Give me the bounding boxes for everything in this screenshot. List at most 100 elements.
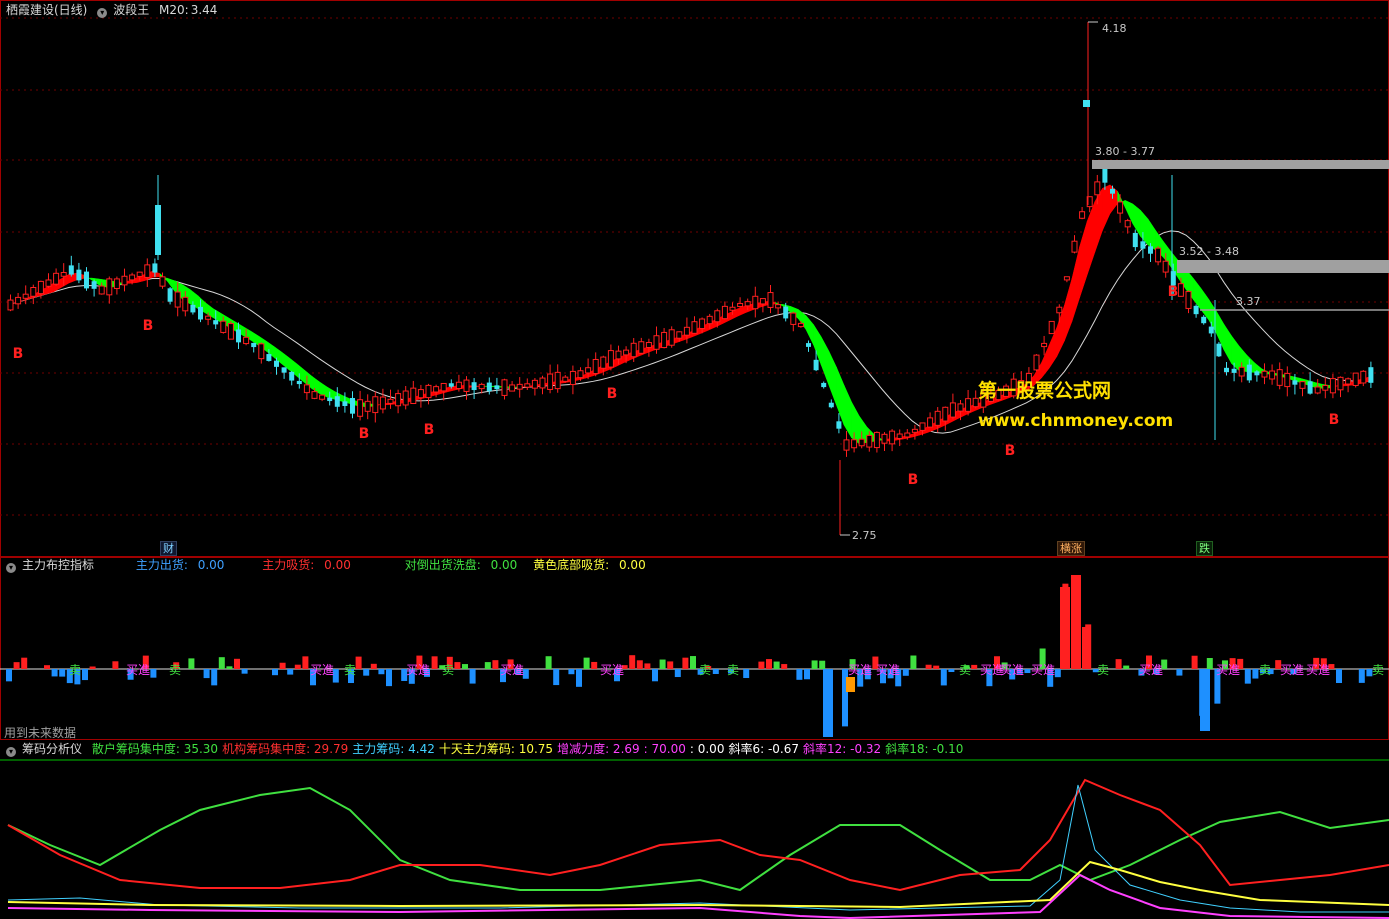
candle-body (167, 288, 173, 302)
force-bar-up (13, 662, 20, 669)
force-bar-up (484, 662, 491, 669)
candle-body (1185, 291, 1192, 309)
candle-body (516, 383, 523, 390)
candle-body (1132, 232, 1138, 248)
candle-body (858, 438, 865, 447)
event-tag-hengzhang[interactable]: 横涨 (1057, 541, 1085, 556)
p3-item-9: 斜率18: -0.10 (885, 742, 964, 756)
candle-body (919, 422, 926, 431)
candle-body (828, 402, 834, 408)
change-strength-line (7, 873, 1389, 919)
force-bar-down (1176, 669, 1183, 676)
candle-body (266, 354, 272, 361)
candle-body (1337, 376, 1344, 391)
collapse-icon[interactable]: ▾ (97, 8, 108, 18)
candle-body (813, 359, 819, 371)
candle-body (190, 304, 196, 313)
force-bar-up (1060, 587, 1070, 669)
candle-body (949, 402, 956, 418)
candle-body (327, 397, 333, 402)
resistance-label-2: 3.52 - 3.48 (1179, 245, 1239, 258)
candle-body (1345, 378, 1352, 385)
buy-signal: 买進 (1280, 663, 1304, 677)
candle-body (806, 343, 811, 347)
candle-body (783, 306, 789, 319)
panel3-header: ▾ 筹码分析仪 散户筹码集中度: 35.30 机构筹码集中度: 29.79 主力筹码:… (6, 741, 973, 757)
candle-body (843, 439, 850, 451)
force-bar-down (1200, 669, 1210, 731)
force-bar-up (819, 660, 826, 669)
candle-body (205, 315, 212, 320)
candle-body (220, 320, 227, 333)
buy-signal-marker: B (1005, 443, 1016, 459)
candle-body (554, 371, 561, 390)
candle-body (668, 329, 675, 346)
candle-body (296, 380, 302, 385)
event-tag-die[interactable]: 跌 (1196, 541, 1213, 556)
sell-signal: 卖 (1097, 663, 1109, 677)
candle-body (569, 370, 576, 386)
trend-band-segment (828, 350, 837, 406)
chip-analysis-panel[interactable]: ▾ 筹码分析仪 散户筹码集中度: 35.30 机构筹码集中度: 29.79 主力筹码:… (0, 740, 1389, 919)
chip-analysis-chart[interactable] (0, 740, 1389, 919)
candle-body (1231, 368, 1237, 373)
candle-body (236, 329, 241, 343)
buy-signal: 买進 (1216, 663, 1240, 677)
trend-band-segment (1079, 221, 1088, 298)
force-bar-down (1358, 669, 1365, 683)
force-bar-up (1191, 655, 1198, 669)
buy-signal-marker: B (908, 472, 919, 488)
collapse-icon[interactable]: ▾ (6, 747, 16, 757)
candle-body (691, 321, 698, 334)
candle-body (873, 431, 880, 449)
main-force-chart[interactable]: 卖买進卖买進卖买進卖买進 买進卖卖买進 买進卖买進买進 买進卖买進 买進卖买進 买進卖 (0, 557, 1389, 740)
force-bar-up (811, 660, 818, 669)
candle-body (911, 428, 918, 433)
trend-band-segment (281, 351, 290, 371)
p2-item-0: 主力出货: 0.00 (135, 558, 225, 572)
candle-body (797, 322, 804, 328)
candle-body (1063, 276, 1070, 281)
force-bar-down (576, 669, 582, 687)
candle-body (136, 271, 143, 277)
candle-body (1329, 378, 1336, 394)
force-bar-up (1082, 627, 1091, 669)
candle-body (752, 295, 759, 310)
force-bar-up (279, 662, 286, 669)
price-low-label: 2.75 (852, 529, 877, 542)
candle-body (1208, 326, 1214, 334)
event-tag-cai[interactable]: 财 (160, 541, 177, 556)
candle-body (836, 421, 842, 429)
candle-body (471, 382, 477, 391)
candle-body (425, 384, 432, 399)
candle-body (1352, 372, 1359, 386)
collapse-icon[interactable]: ▾ (6, 563, 16, 573)
sell-signal: 卖 (699, 663, 711, 677)
main-price-panel[interactable]: B B B B B B B B B 栖霞建设(日线) ▾ 波段王 M20: 3.44 4.18 3.… (0, 0, 1389, 557)
force-bar-up (667, 661, 674, 669)
candle-body (927, 417, 934, 428)
candle-body (334, 396, 340, 407)
sell-signal: 卖 (442, 663, 454, 677)
main-force-panel[interactable]: 卖买進卖买進卖买進卖买進 买進卖卖买進 买進卖买進 买進 买進卖买進 买進卖买進 买進卖 ▾… (0, 557, 1389, 740)
force-bar-up (773, 661, 780, 669)
candle-body (281, 367, 287, 373)
price-chart[interactable]: B B B B B B B B B (0, 0, 1389, 557)
trend-band-segment (1193, 277, 1202, 311)
force-bar-up (188, 658, 195, 669)
force-bar-down (948, 669, 955, 673)
trend-band-segment (1071, 246, 1080, 322)
trend-band-segment (1041, 344, 1050, 379)
force-bar-up (492, 660, 499, 669)
candle-body (98, 285, 105, 295)
m20-value: 3.44 (190, 3, 218, 17)
candle-body (524, 383, 531, 388)
candle-body (30, 286, 37, 297)
buy-signal: 买進 (1031, 663, 1055, 677)
candle-body (957, 403, 964, 412)
trend-band-segment (737, 305, 746, 317)
force-bar-up (1071, 575, 1081, 669)
trend-band-segment (1086, 201, 1096, 275)
force-bar-down (1054, 669, 1061, 678)
candle-body (402, 390, 409, 406)
